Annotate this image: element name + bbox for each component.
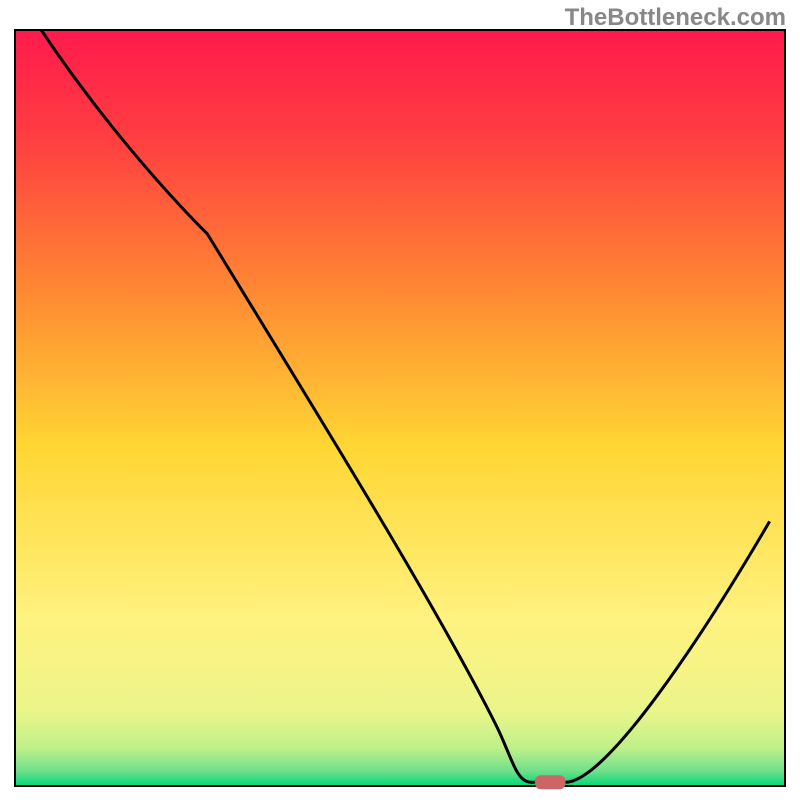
chart-svg — [0, 0, 800, 800]
bottleneck-chart: TheBottleneck.com — [0, 0, 800, 800]
optimum-marker — [535, 775, 566, 789]
plot-background — [15, 30, 785, 786]
watermark-text: TheBottleneck.com — [565, 4, 786, 32]
